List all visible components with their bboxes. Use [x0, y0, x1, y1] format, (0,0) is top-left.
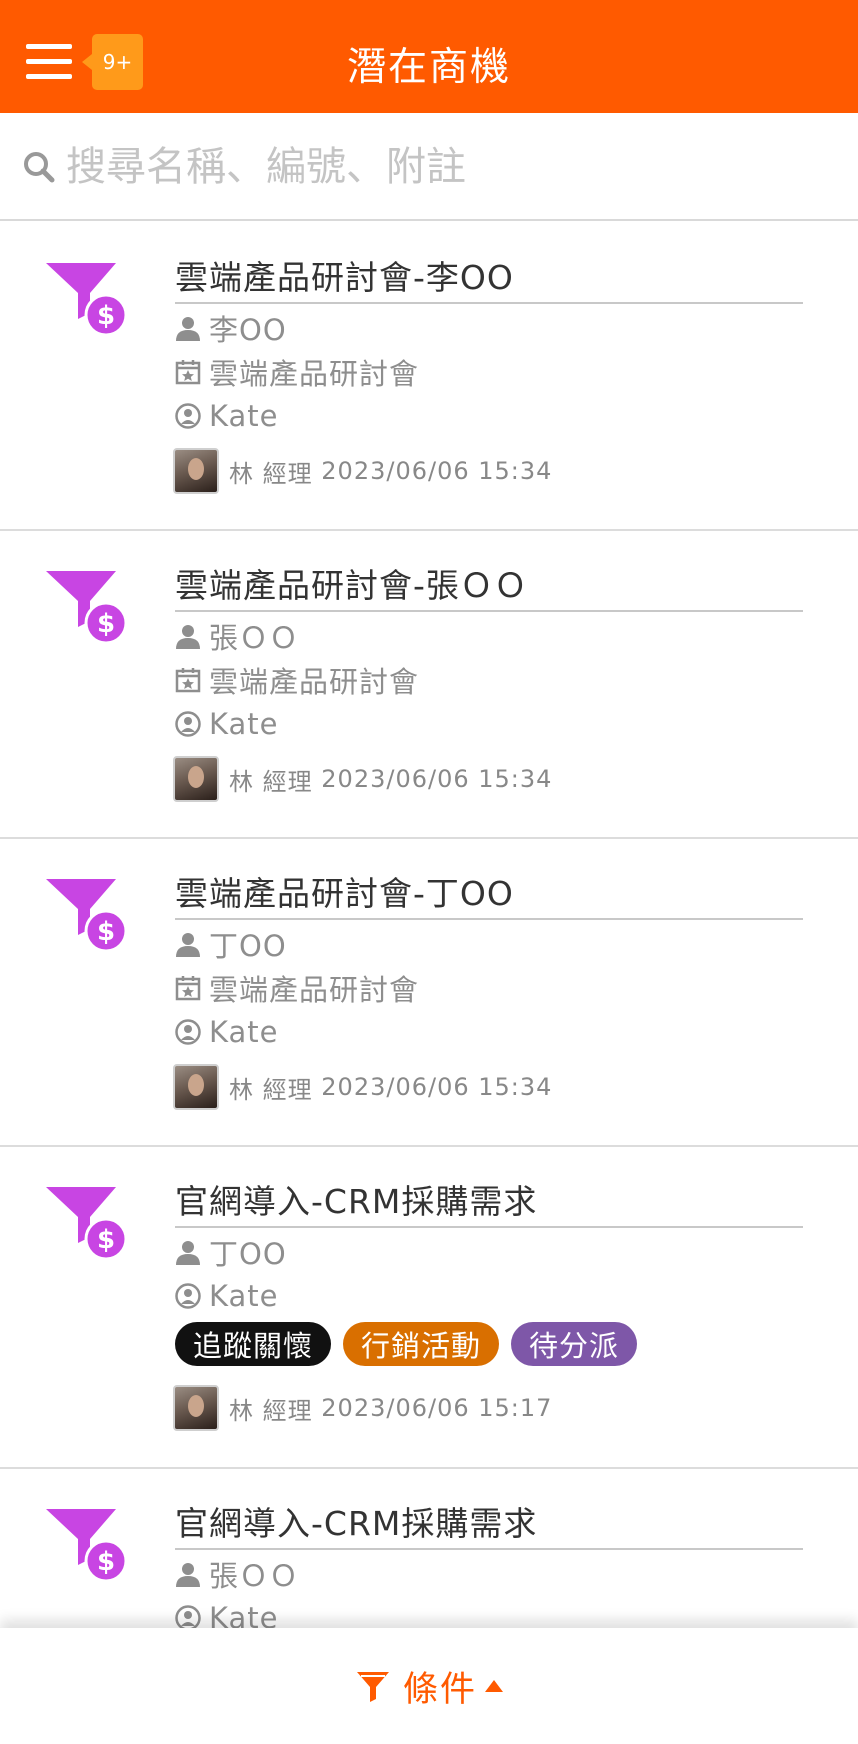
user-circle-icon: [175, 1019, 201, 1045]
assignee-name: Kate: [209, 1279, 279, 1313]
timestamp: 2023/06/06 15:34: [321, 765, 553, 793]
contact-name: 丁OO: [209, 1237, 287, 1271]
item-title: 官網導入-CRM採購需求: [175, 1497, 803, 1550]
caret-up-icon: [485, 1680, 503, 1692]
creator-name: 林 經理: [229, 459, 313, 488]
item-title: 雲端產品研討會-李OO: [175, 251, 803, 304]
tag-follow-up[interactable]: 追蹤關懷: [175, 1322, 332, 1366]
page-title: 潛在商機: [346, 45, 511, 90]
svg-text:$: $: [97, 609, 115, 639]
calendar-star-icon: [175, 976, 201, 1001]
avatar: [173, 756, 219, 802]
campaign-row: 雲端產品研討會: [175, 662, 420, 699]
tag-pending-assignment[interactable]: 待分派: [511, 1322, 638, 1366]
search-bar: [0, 113, 858, 221]
svg-text:$: $: [97, 1225, 115, 1255]
assignee-name: Kate: [209, 707, 279, 741]
assignee-row: Kate: [175, 398, 279, 434]
list-item[interactable]: $ 官網導入-CRM採購需求 丁OO Kate 追蹤關懷 行銷活動 待分派 林 …: [0, 1147, 858, 1469]
list-item[interactable]: $ 雲端產品研討會-丁OO 丁OO 雲端產品研討會 Kate 林 經理 2023…: [0, 839, 858, 1147]
filter-label: 條件: [402, 1669, 477, 1710]
avatar: [173, 1064, 219, 1110]
app-header: 9+ 潛在商機: [0, 0, 858, 113]
contact-name: 丁OO: [209, 929, 287, 963]
filter-icon: [356, 1672, 389, 1702]
owner-row: 林 經理 2023/06/06 15:17: [173, 1385, 552, 1431]
timestamp: 2023/06/06 15:34: [321, 1073, 553, 1101]
contact-name: 李OO: [209, 313, 287, 347]
person-icon: [176, 317, 200, 341]
funnel-dollar-icon: $: [46, 1187, 128, 1261]
contact-row: 張ＯＯ: [175, 618, 300, 655]
list-item[interactable]: $ 雲端產品研討會-李OO 李OO 雲端產品研討會 Kate 林 經理 2023…: [0, 223, 858, 531]
assignee-name: Kate: [209, 399, 279, 433]
owner-row: 林 經理 2023/06/06 15:34: [173, 756, 552, 802]
item-title: 雲端產品研討會-張ＯＯ: [175, 559, 803, 612]
creator-name: 林 經理: [229, 767, 313, 796]
funnel-dollar-icon: $: [46, 571, 128, 645]
avatar: [173, 1385, 219, 1431]
owner-row: 林 經理 2023/06/06 15:34: [173, 448, 552, 494]
item-title: 官網導入-CRM採購需求: [175, 1175, 803, 1228]
person-icon: [176, 1241, 200, 1265]
svg-text:$: $: [97, 917, 115, 947]
assignee-name: Kate: [209, 1015, 279, 1049]
calendar-star-icon: [175, 668, 201, 693]
creator-name: 林 經理: [229, 1396, 313, 1425]
funnel-dollar-icon: $: [46, 1509, 128, 1583]
tag-marketing-event[interactable]: 行銷活動: [343, 1322, 500, 1366]
user-circle-icon: [175, 403, 201, 429]
person-icon: [176, 625, 200, 649]
item-title: 雲端產品研討會-丁OO: [175, 867, 803, 920]
user-circle-icon: [175, 711, 201, 737]
svg-text:$: $: [97, 301, 115, 331]
contact-row: 李OO: [175, 310, 287, 347]
campaign-row: 雲端產品研討會: [175, 354, 420, 391]
tag-list: 追蹤關懷 行銷活動 待分派: [175, 1322, 638, 1366]
opportunity-list: $ 雲端產品研討會-李OO 李OO 雲端產品研討會 Kate 林 經理 2023…: [0, 223, 858, 1744]
contact-row: 丁OO: [175, 1234, 287, 1271]
owner-row: 林 經理 2023/06/06 15:34: [173, 1064, 552, 1110]
creator-name: 林 經理: [229, 1075, 313, 1104]
contact-name: 張ＯＯ: [209, 1559, 300, 1593]
svg-text:$: $: [97, 1547, 115, 1577]
user-circle-icon: [175, 1283, 201, 1309]
contact-name: 張ＯＯ: [209, 621, 300, 655]
assignee-row: Kate: [175, 1014, 279, 1050]
campaign-name: 雲端產品研討會: [209, 357, 420, 391]
campaign-name: 雲端產品研討會: [209, 973, 420, 1007]
assignee-row: Kate: [175, 1278, 279, 1314]
person-icon: [176, 933, 200, 957]
campaign-row: 雲端產品研討會: [175, 970, 420, 1007]
filter-button[interactable]: 條件: [0, 1628, 858, 1744]
timestamp: 2023/06/06 15:34: [321, 457, 553, 485]
assignee-row: Kate: [175, 706, 279, 742]
timestamp: 2023/06/06 15:17: [321, 1394, 553, 1422]
funnel-dollar-icon: $: [46, 879, 128, 953]
search-icon: [24, 152, 55, 183]
funnel-dollar-icon: $: [46, 263, 128, 337]
avatar: [173, 448, 219, 494]
calendar-star-icon: [175, 360, 201, 385]
contact-row: 丁OO: [175, 926, 287, 963]
contact-row: 張ＯＯ: [175, 1556, 300, 1593]
person-icon: [176, 1563, 200, 1587]
campaign-name: 雲端產品研討會: [209, 665, 420, 699]
list-item[interactable]: $ 雲端產品研討會-張ＯＯ 張ＯＯ 雲端產品研討會 Kate 林 經理 2023…: [0, 531, 858, 839]
search-input[interactable]: [66, 141, 826, 193]
